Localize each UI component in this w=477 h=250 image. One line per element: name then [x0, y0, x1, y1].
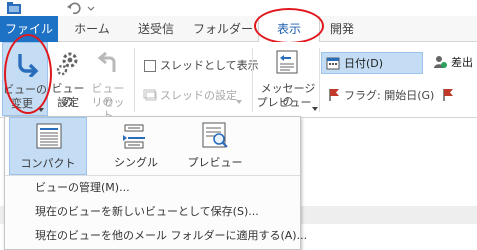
qa-dropdown-icon[interactable]	[86, 1, 102, 15]
view-option-preview-label: プレビュー	[187, 156, 243, 169]
change-view-label-2: 変更	[11, 97, 33, 110]
view-option-preview[interactable]: プレビュー	[175, 117, 255, 175]
apply-view-to-folders-menu-item[interactable]: 現在のビューを他のメール フォルダーに適用する(A)...	[35, 227, 307, 245]
sort-by-sender-button[interactable]: 差出	[427, 52, 477, 74]
flag-icon	[328, 88, 340, 105]
calendar-icon	[326, 56, 340, 73]
ribbon-separator	[252, 48, 253, 112]
message-preview-chevron-icon	[312, 101, 318, 114]
sort-by-date-button[interactable]: 日付(D)	[321, 52, 423, 74]
thread-settings-label: スレッドの設定	[160, 89, 237, 102]
undo-icon[interactable]	[66, 1, 82, 15]
change-view-label-1: ビューの	[3, 83, 47, 96]
save-view-as-new-menu-item[interactable]: 現在のビューを新しいビューとして保存(S)...	[35, 203, 259, 221]
sort-date-label: 日付(D)	[344, 57, 384, 70]
tab-file[interactable]: ファイル	[0, 16, 58, 42]
tab-send-receive[interactable]: 送受信	[128, 16, 184, 42]
tab-folder[interactable]: フォルダー	[192, 16, 254, 42]
view-option-single-label: シングル	[114, 156, 158, 169]
view-settings-label-2[interactable]: 設定	[50, 96, 86, 109]
thread-settings-icon	[143, 88, 157, 105]
message-preview-label-2[interactable]: プレビュー	[256, 96, 312, 109]
manage-views-menu-item[interactable]: ビューの管理(M)...	[35, 179, 130, 197]
change-view-icon	[13, 51, 39, 80]
ribbon-tab-bar: ファイル ホーム 送受信 フォルダー 表示 開発	[0, 16, 477, 43]
preview-view-icon	[202, 122, 228, 151]
tab-home[interactable]: ホーム	[68, 16, 116, 42]
dropdown-separator	[5, 175, 300, 176]
view-option-compact-label: コンパクト	[20, 157, 76, 170]
flag-icon-2	[442, 88, 454, 105]
show-as-threads-checkbox[interactable]	[144, 60, 156, 72]
reset-view-icon	[96, 51, 120, 79]
sender-icon	[433, 55, 447, 72]
ribbon-separator	[134, 48, 135, 112]
change-view-button[interactable]: ビューの 変更	[2, 42, 48, 116]
show-as-threads-label[interactable]: スレッドとして表示	[160, 59, 259, 72]
chevron-down-icon	[38, 102, 44, 115]
view-option-single[interactable]: シングル	[95, 117, 177, 175]
sort-sender-label: 差出	[451, 56, 473, 69]
message-preview-icon	[276, 50, 298, 77]
tab-view[interactable]: 表示	[258, 16, 320, 43]
ribbon-separator	[319, 48, 320, 112]
view-option-compact[interactable]: コンパクト	[9, 117, 87, 175]
outlook-folder-icon[interactable]	[6, 1, 22, 15]
gear-icon	[56, 50, 80, 79]
tab-developer[interactable]: 開発	[324, 16, 360, 42]
quick-access-toolbar	[0, 0, 477, 16]
change-view-dropdown: コンパクト シングル プレビュー ビューの管理(M)... 現在のビューを新しい…	[4, 116, 307, 250]
thread-settings-chevron-icon	[236, 94, 242, 107]
ribbon: ビューの 変更 ビューの 設定 ビューの リセット スレッドとして表示 スレッド…	[0, 34, 477, 122]
flag-start-date-button[interactable]: フラグ: 開始日(G)	[344, 89, 434, 102]
compact-view-icon	[36, 123, 62, 152]
single-view-icon	[121, 123, 147, 152]
